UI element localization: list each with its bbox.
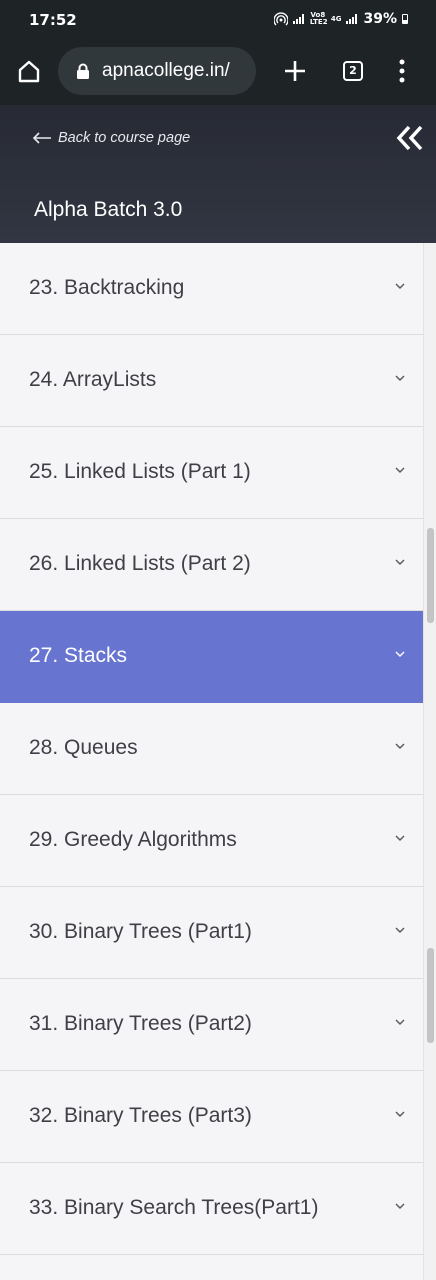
chapter-item[interactable]: 23. Backtracking: [0, 243, 423, 335]
overflow-menu-icon[interactable]: [392, 58, 412, 84]
chapter-item[interactable]: 27. Stacks: [0, 611, 423, 703]
chevron-down-icon[interactable]: [394, 925, 406, 935]
double-chevron-left-icon[interactable]: [395, 123, 425, 153]
network-label-1: Vo8 LTE2: [309, 11, 328, 26]
chevron-down-icon[interactable]: [394, 833, 406, 843]
url-bar[interactable]: apnacollege.in/: [58, 47, 256, 95]
chapter-label: 23. Backtracking: [29, 276, 185, 299]
chapter-item[interactable]: 26. Linked Lists (Part 2): [0, 519, 423, 611]
chevron-down-icon[interactable]: [394, 1109, 406, 1119]
battery-icon: [402, 14, 408, 24]
chapter-item[interactable]: 28. Queues: [0, 703, 423, 795]
chevron-down-icon[interactable]: [394, 557, 406, 567]
url-text: apnacollege.in/: [102, 60, 230, 81]
chapter-label: 28. Queues: [29, 736, 138, 759]
chapter-label: 31. Binary Trees (Part2): [29, 1012, 252, 1035]
chapter-item[interactable]: 24. ArrayLists: [0, 335, 423, 427]
chevron-down-icon[interactable]: [394, 373, 406, 383]
network-label-2: 4G: [330, 14, 342, 23]
scrollbar[interactable]: [423, 243, 436, 1280]
chevron-down-icon[interactable]: [394, 741, 406, 751]
course-title: Alpha Batch 3.0: [34, 198, 183, 221]
chapter-item[interactable]: 33. Binary Search Trees(Part1): [0, 1163, 423, 1255]
chevron-down-icon[interactable]: [394, 281, 406, 291]
chapter-list: 23. Backtracking 24. ArrayLists 25. Linked…: [0, 243, 423, 1280]
scrollbar-thumb[interactable]: [427, 528, 434, 623]
chapter-label: 29. Greedy Algorithms: [29, 828, 237, 851]
chapter-label: 32. Binary Trees (Part3): [29, 1104, 252, 1127]
home-icon[interactable]: [16, 58, 42, 84]
chapter-label: 26. Linked Lists (Part 2): [29, 552, 251, 575]
hotspot-icon: [273, 12, 288, 26]
signal-icon: [292, 14, 305, 24]
status-time: 17:52: [29, 11, 77, 29]
browser-toolbar: apnacollege.in/ 2: [0, 40, 436, 105]
back-link-label: Back to course page: [58, 130, 191, 146]
signal-icon-2: [346, 14, 358, 24]
chapter-label: 30. Binary Trees (Part1): [29, 920, 252, 943]
chapter-item[interactable]: 25. Linked Lists (Part 1): [0, 427, 423, 519]
chapter-item[interactable]: 31. Binary Trees (Part2): [0, 979, 423, 1071]
plus-icon[interactable]: [282, 58, 308, 84]
course-header: Back to course page Alpha Batch 3.0: [0, 105, 436, 243]
chapter-label: 33. Binary Search Trees(Part1): [29, 1196, 319, 1219]
chapter-item[interactable]: 29. Greedy Algorithms: [0, 795, 423, 887]
lock-icon: [77, 63, 89, 79]
arrow-left-icon: [32, 132, 51, 144]
scrollbar-thumb-2[interactable]: [427, 948, 434, 1043]
chevron-down-icon[interactable]: [394, 465, 406, 475]
chapter-label: 24. ArrayLists: [29, 368, 157, 391]
battery-percent: 39%: [363, 11, 397, 27]
back-to-course-link[interactable]: Back to course page: [32, 130, 190, 146]
chevron-down-icon[interactable]: [394, 649, 406, 659]
status-bar: 17:52 Vo8 LTE2 4G 39%: [0, 0, 436, 40]
chapter-label: 27. Stacks: [29, 644, 128, 667]
chevron-down-icon[interactable]: [394, 1017, 406, 1027]
tabs-button[interactable]: 2: [343, 61, 363, 81]
chapter-item[interactable]: 30. Binary Trees (Part1): [0, 887, 423, 979]
status-icons: Vo8 LTE2 4G 39%: [273, 11, 408, 27]
chevron-down-icon[interactable]: [394, 1201, 406, 1211]
chapter-label: 25. Linked Lists (Part 1): [29, 460, 251, 483]
chapter-item[interactable]: 32. Binary Trees (Part3): [0, 1071, 423, 1163]
